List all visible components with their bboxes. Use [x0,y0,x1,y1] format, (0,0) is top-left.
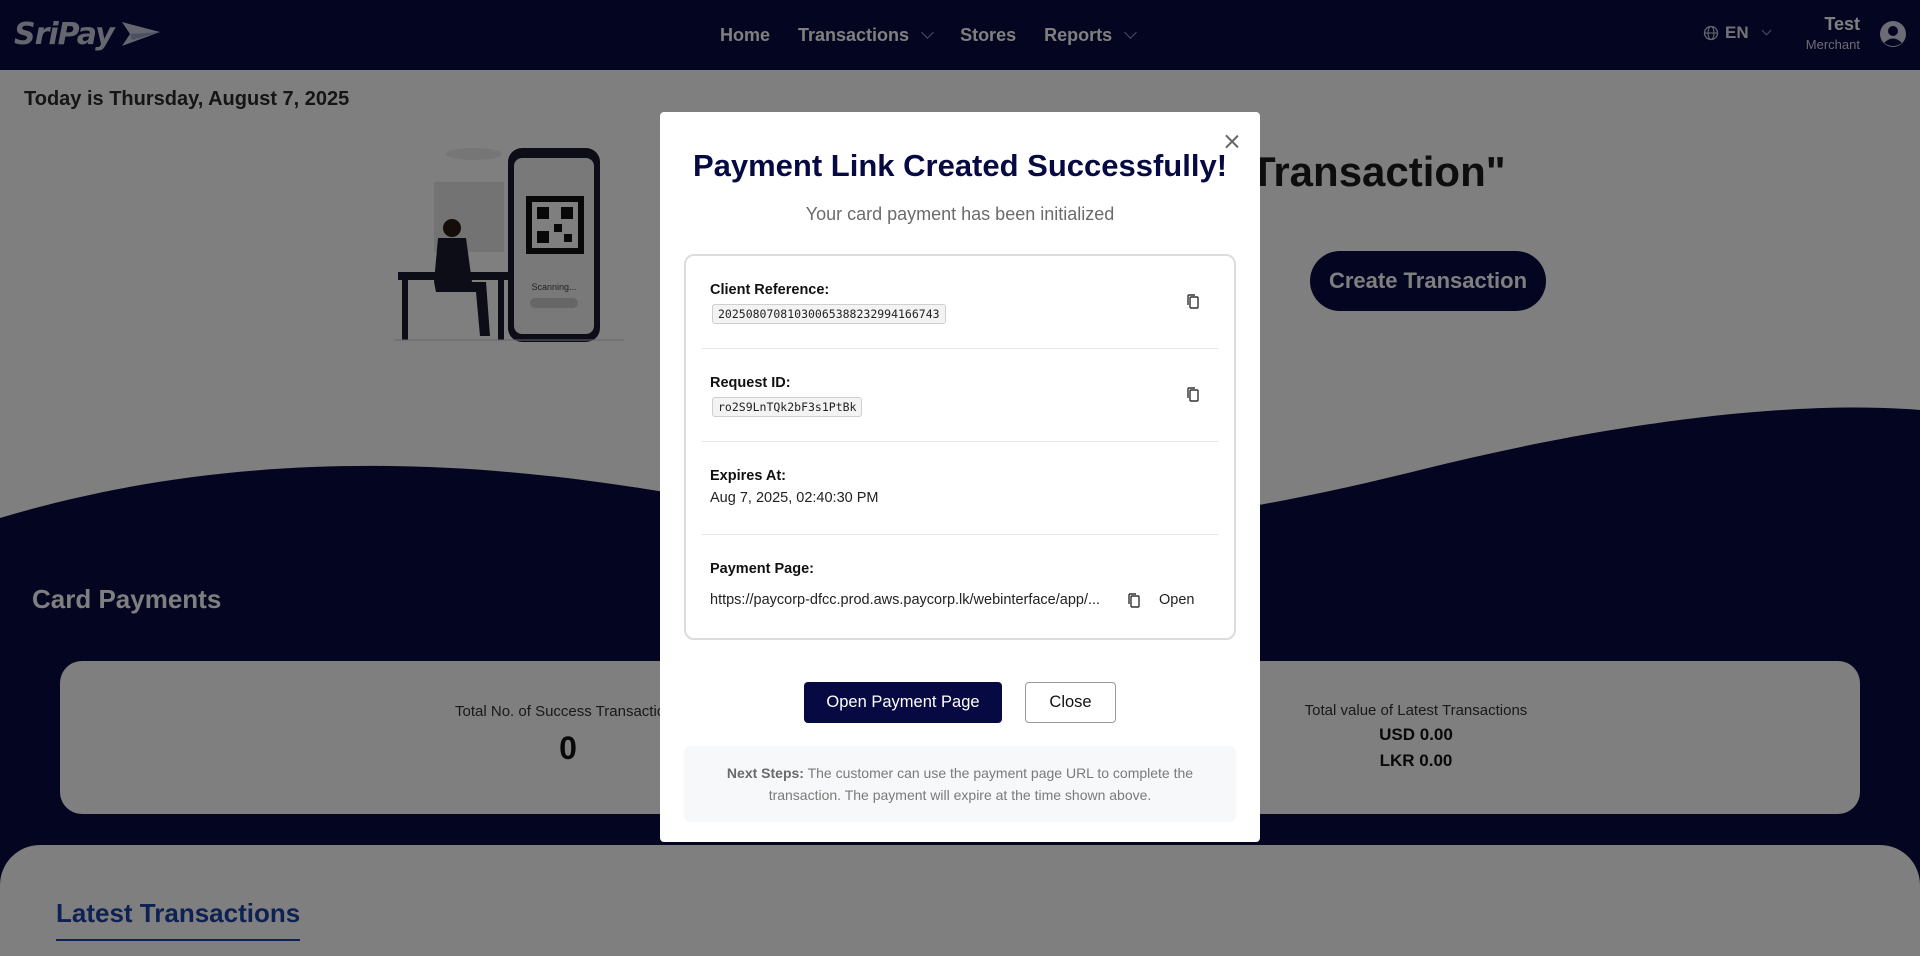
client-reference-row: Client Reference: 2025080708103006538823… [702,256,1218,349]
close-button[interactable]: Close [1025,682,1116,723]
expires-value: Aug 7, 2025, 02:40:30 PM [710,490,879,506]
expires-label: Expires At: [710,468,787,484]
open-link[interactable]: Open [1159,592,1194,608]
client-reference-label: Client Reference: [710,282,830,298]
client-reference-value: 2025080708103006538823299416674​3 [712,304,946,324]
open-payment-page-button[interactable]: Open Payment Page [804,682,1002,723]
payment-link-modal: Payment Link Created Successfully! Your … [660,112,1260,842]
payment-page-row: Payment Page: https://paycorp-dfcc.prod.… [702,535,1218,635]
expires-row: Expires At: Aug 7, 2025, 02:40:30 PM [702,442,1218,535]
payment-page-url[interactable]: https://paycorp-dfcc.prod.aws.paycorp.lk… [710,592,1110,608]
request-id-value: ro2S9LnTQk2bF3s1PtBk [712,397,863,417]
next-steps-text: The customer can use the payment page UR… [768,765,1194,803]
modal-title: Payment Link Created Successfully! [692,148,1228,183]
copy-icon[interactable] [1127,593,1141,609]
payment-details-box: Client Reference: 2025080708103006538823… [684,254,1236,640]
next-steps-label: Next Steps: [726,765,804,781]
request-id-row: Request ID: ro2S9LnTQk2bF3s1PtBk [702,349,1218,442]
copy-icon[interactable] [1186,387,1200,403]
copy-icon[interactable] [1186,294,1200,310]
request-id-label: Request ID: [710,375,791,391]
payment-page-label: Payment Page: [710,561,814,577]
next-steps-note: Next Steps: The customer can use the pay… [684,746,1236,822]
modal-subtitle: Your card payment has been initialized [805,204,1115,224]
